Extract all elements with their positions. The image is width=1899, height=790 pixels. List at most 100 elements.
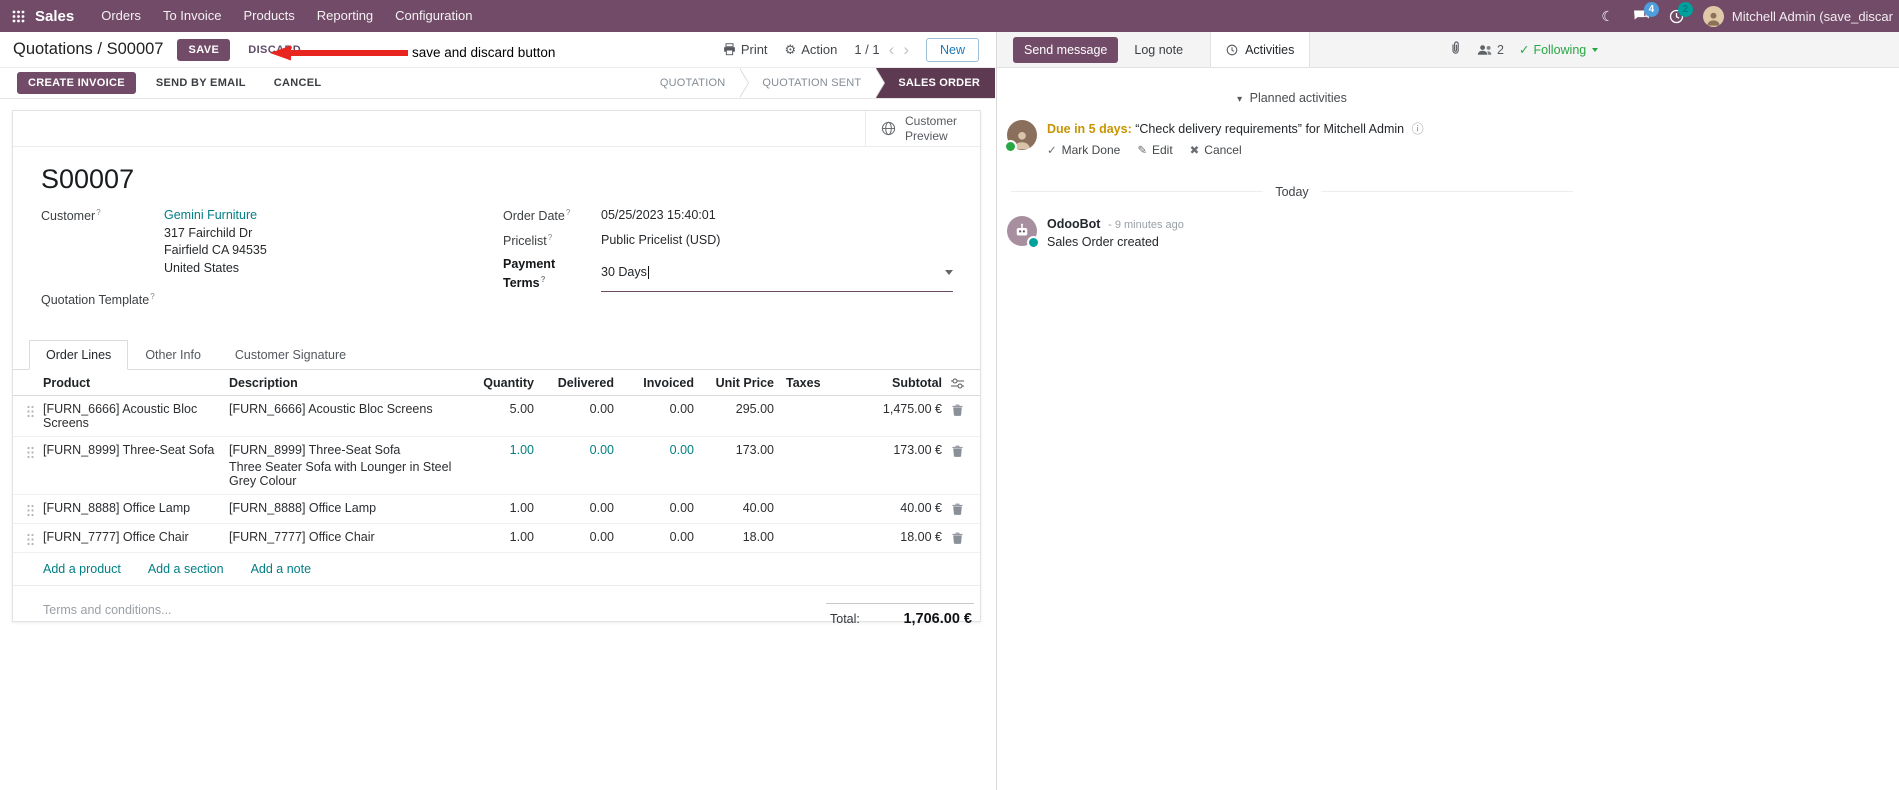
menu-reporting[interactable]: Reporting xyxy=(306,0,384,32)
collapse-caret-icon: ▾ xyxy=(1237,94,1243,105)
order-date-value[interactable]: 05/25/2023 15:40:01 xyxy=(601,207,716,226)
cell-description[interactable]: [FURN_7777] Office Chair xyxy=(229,530,472,544)
status-step-sales-order[interactable]: SALES ORDER xyxy=(876,68,995,98)
save-button[interactable]: SAVE xyxy=(177,38,231,61)
cancel-activity-button[interactable]: ✖ Cancel xyxy=(1190,143,1242,157)
status-step-quotation-sent[interactable]: QUOTATION SENT xyxy=(740,68,886,98)
messages-icon[interactable]: 4 xyxy=(1633,2,1659,23)
cell-unit-price[interactable]: 40.00 xyxy=(694,501,774,515)
activity-clock-icon[interactable]: 2 xyxy=(1669,1,1693,24)
cell-product[interactable]: [FURN_7777] Office Chair xyxy=(43,530,229,544)
delete-row-icon[interactable] xyxy=(942,501,972,515)
cell-delivered[interactable]: 0.00 xyxy=(534,501,614,515)
cell-quantity[interactable]: 1.00 xyxy=(472,443,534,457)
activities-tab[interactable]: Activities xyxy=(1210,32,1311,67)
cell-product[interactable]: [FURN_8999] Three-Seat Sofa xyxy=(43,443,229,457)
send-by-email-button[interactable]: SEND BY EMAIL xyxy=(147,72,254,94)
log-note-button[interactable]: Log note xyxy=(1124,37,1193,63)
user-avatar xyxy=(1702,5,1724,27)
add-note-link[interactable]: Add a note xyxy=(251,562,311,576)
customer-field-label: Customer? xyxy=(41,208,101,224)
payment-terms-input[interactable]: 30 Days xyxy=(601,256,953,293)
delete-row-icon[interactable] xyxy=(942,402,972,416)
status-step-quotation[interactable]: QUOTATION xyxy=(637,68,749,98)
table-row[interactable]: [FURN_7777] Office Chair [FURN_7777] Off… xyxy=(13,524,980,553)
attachments-icon[interactable] xyxy=(1449,41,1462,58)
table-row[interactable]: [FURN_6666] Acoustic Bloc Screens [FURN_… xyxy=(13,396,980,437)
cell-description[interactable]: [FURN_8888] Office Lamp xyxy=(229,501,472,515)
header-delivered: Delivered xyxy=(557,375,614,390)
user-menu[interactable]: Mitchell Admin (save_discar xyxy=(1702,5,1893,27)
header-subtotal: Subtotal xyxy=(892,375,942,390)
drag-handle-icon[interactable] xyxy=(17,443,43,459)
apps-grid-icon[interactable] xyxy=(0,10,35,23)
cell-delivered[interactable]: 0.00 xyxy=(534,530,614,544)
customer-link[interactable]: Gemini Furniture xyxy=(164,208,257,222)
customer-preview-button[interactable]: Customer Preview xyxy=(865,111,980,146)
planned-activities-toggle[interactable]: ▾ Planned activities xyxy=(997,91,1587,105)
followers-button[interactable]: 2 xyxy=(1477,43,1504,57)
cell-quantity[interactable]: 1.00 xyxy=(472,530,534,544)
send-message-button[interactable]: Send message xyxy=(1013,36,1119,63)
print-button[interactable]: Print xyxy=(723,42,768,57)
message-author[interactable]: OdooBot xyxy=(1047,217,1100,231)
gear-icon: ⚙ xyxy=(784,41,797,57)
info-icon[interactable]: ⓘ xyxy=(1412,122,1424,136)
cell-invoiced[interactable]: 0.00 xyxy=(614,501,694,515)
pager-previous-icon[interactable]: ‹ xyxy=(889,41,895,58)
pricelist-value[interactable]: Public Pricelist (USD) xyxy=(601,232,720,251)
cell-invoiced[interactable]: 0.00 xyxy=(614,530,694,544)
cell-quantity[interactable]: 5.00 xyxy=(472,402,534,416)
cell-product[interactable]: [FURN_8888] Office Lamp xyxy=(43,501,229,515)
cell-description[interactable]: [FURN_6666] Acoustic Bloc Screens xyxy=(229,402,472,416)
cell-invoiced[interactable]: 0.00 xyxy=(614,443,694,457)
add-section-link[interactable]: Add a section xyxy=(148,562,224,576)
menu-orders[interactable]: Orders xyxy=(90,0,152,32)
cell-subtotal: 18.00 € xyxy=(900,529,942,544)
cell-delivered[interactable]: 0.00 xyxy=(534,402,614,416)
dropdown-caret-icon[interactable] xyxy=(945,269,953,275)
drag-handle-icon[interactable] xyxy=(17,530,43,546)
app-name[interactable]: Sales xyxy=(35,8,74,25)
drag-handle-icon[interactable] xyxy=(17,402,43,418)
menu-to-invoice[interactable]: To Invoice xyxy=(152,0,233,32)
cell-invoiced[interactable]: 0.00 xyxy=(614,402,694,416)
annotation-label: save and discard button xyxy=(412,45,556,60)
mark-done-button[interactable]: ✓ Mark Done xyxy=(1047,143,1120,157)
drag-handle-icon[interactable] xyxy=(17,501,43,517)
action-button[interactable]: ⚙ Action xyxy=(785,42,838,58)
cell-unit-price[interactable]: 173.00 xyxy=(694,443,774,457)
add-product-link[interactable]: Add a product xyxy=(43,562,121,576)
terms-placeholder[interactable]: Terms and conditions... xyxy=(43,603,172,627)
pager-next-icon[interactable]: › xyxy=(903,41,909,58)
table-row[interactable]: [FURN_8999] Three-Seat Sofa [FURN_8999] … xyxy=(13,437,980,495)
cell-product[interactable]: [FURN_6666] Acoustic Bloc Screens xyxy=(43,402,229,430)
following-button[interactable]: ✓ Following xyxy=(1519,42,1599,57)
cell-delivered[interactable]: 0.00 xyxy=(534,443,614,457)
breadcrumb-quotations-link[interactable]: Quotations xyxy=(13,40,93,58)
cell-unit-price[interactable]: 295.00 xyxy=(694,402,774,416)
menu-products[interactable]: Products xyxy=(232,0,305,32)
check-icon: ✓ xyxy=(1047,144,1057,157)
edit-activity-button[interactable]: ✎ Edit xyxy=(1137,143,1172,157)
tab-order-lines[interactable]: Order Lines xyxy=(29,339,129,370)
dark-mode-moon-icon[interactable]: ☾ xyxy=(1601,8,1614,25)
cell-description[interactable]: [FURN_8999] Three-Seat Sofa Three Seater… xyxy=(229,443,472,488)
cancel-label: Cancel xyxy=(1204,142,1242,157)
cell-subtotal: 1,475.00 € xyxy=(882,401,942,416)
cell-unit-price[interactable]: 18.00 xyxy=(694,530,774,544)
cell-subtotal: 173.00 € xyxy=(893,442,942,457)
delete-row-icon[interactable] xyxy=(942,530,972,544)
delete-row-icon[interactable] xyxy=(942,443,972,457)
column-options-icon[interactable] xyxy=(942,376,972,389)
chatter-panel: Send message Log note Activities 2 ✓ Fol… xyxy=(996,32,1899,790)
menu-configuration[interactable]: Configuration xyxy=(384,0,483,32)
create-invoice-button[interactable]: CREATE INVOICE xyxy=(17,72,136,94)
table-row[interactable]: [FURN_8888] Office Lamp [FURN_8888] Offi… xyxy=(13,495,980,524)
tab-other-info[interactable]: Other Info xyxy=(128,340,218,370)
tab-customer-signature[interactable]: Customer Signature xyxy=(218,340,363,370)
notebook-tabs: Order Lines Other Info Customer Signatur… xyxy=(13,339,980,370)
cell-quantity[interactable]: 1.00 xyxy=(472,501,534,515)
new-button[interactable]: New xyxy=(925,37,979,62)
cancel-button[interactable]: CANCEL xyxy=(265,72,330,94)
